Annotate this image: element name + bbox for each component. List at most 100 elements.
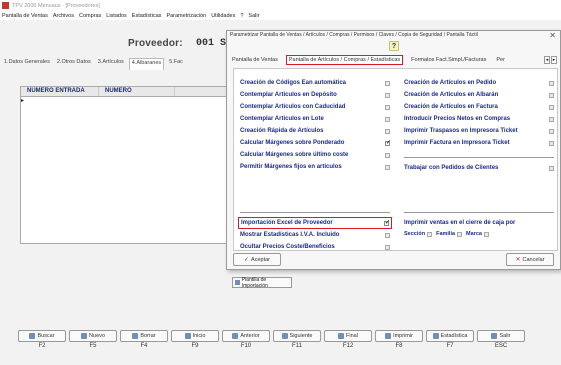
- option-creaci-n-de-art-culos-en-pedido[interactable]: Creación de Artículos en Pedido: [404, 77, 554, 89]
- option-introducir-precios-netos-en-compras[interactable]: Introducir Precios Netos en Compras: [404, 113, 554, 125]
- menu-item-parametrizaci-n[interactable]: Parametrización: [166, 13, 206, 19]
- imprimir-button[interactable]: Imprimir: [375, 330, 423, 342]
- dialog-tab-2[interactable]: Pantalla de Artículos / Compras / Estadí…: [285, 54, 404, 65]
- checkbox[interactable]: [385, 232, 390, 238]
- checkbox[interactable]: [385, 164, 390, 170]
- option-imprimir-factura-en-impresora-ticket[interactable]: Imprimir Factura en Impresora Ticket: [404, 137, 554, 149]
- option-calcular-m-rgenes-sobre-ponderado[interactable]: Calcular Márgenes sobre Ponderado: [240, 137, 391, 149]
- chevron-left-icon[interactable]: ◂: [544, 55, 550, 64]
- checkbox[interactable]: [385, 116, 390, 122]
- checkbox[interactable]: [385, 128, 390, 134]
- checkbox[interactable]: [549, 92, 554, 98]
- checkbox[interactable]: [384, 219, 390, 226]
- entries-grid[interactable]: NUMERO ENTRADA NUMERO ▸: [20, 86, 230, 244]
- option-calcular-m-rgenes-sobre-ltimo-coste[interactable]: Calcular Márgenes sobre último coste: [240, 149, 390, 161]
- anterior-button[interactable]: Anterior: [222, 330, 270, 342]
- checkbox[interactable]: [549, 104, 554, 110]
- fkey-inicio: Inicio F9: [171, 330, 219, 349]
- menu-item-estad-sticas[interactable]: Estadísticas: [132, 13, 162, 19]
- estadística-button[interactable]: Estadística: [426, 330, 474, 342]
- borrar-button[interactable]: Borrar: [120, 330, 168, 342]
- checkbox[interactable]: [549, 80, 554, 86]
- option-permitir-m-rgenes-fijos-en-art-culos[interactable]: Permitir Márgenes fijos en artículos: [240, 161, 390, 173]
- nuevo-button[interactable]: Nuevo: [69, 330, 117, 342]
- checkbox[interactable]: [385, 244, 390, 250]
- tab-4[interactable]: 4.Albaranes: [128, 58, 165, 70]
- inicio-button[interactable]: Inicio: [171, 330, 219, 342]
- option-contemplar-art-culos-con-caducidad[interactable]: Contemplar Artículos con Caducidad: [240, 101, 390, 113]
- import-template-button[interactable]: Plantilla de Importación: [232, 277, 292, 289]
- chevron-right-icon[interactable]: ▸: [551, 55, 557, 64]
- menu-item-utilidades[interactable]: Utilidades: [211, 13, 235, 19]
- proveedor-label: Proveedor:: [128, 38, 183, 49]
- option-contemplar-art-culos-en-lote[interactable]: Contemplar Artículos en Lote: [240, 113, 390, 125]
- close-icon[interactable]: ✕: [549, 31, 556, 40]
- buscar-button[interactable]: Buscar: [18, 330, 66, 342]
- menu-item-archivos[interactable]: Archivos: [53, 13, 74, 19]
- option-imprimir-traspasos-en-impresora-ticket[interactable]: Imprimir Traspasos en Impresora Ticket: [404, 125, 554, 137]
- menu-item-listados[interactable]: Listados: [106, 13, 127, 19]
- tab-5[interactable]: 5.Fac: [167, 58, 185, 70]
- window-title: TPV 2000 Menuaus · [Proveedores]: [12, 2, 100, 9]
- anterior-icon: [232, 333, 239, 339]
- row-marker-icon: ▸: [21, 98, 25, 104]
- accept-label: Aceptar: [251, 256, 270, 263]
- choice-marca[interactable]: Marca: [466, 231, 489, 237]
- checkbox[interactable]: [549, 116, 554, 122]
- fkey-shortcut: F11: [292, 343, 302, 349]
- option-creaci-n-r-pida-de-art-culos[interactable]: Creación Rápida de Artículos: [240, 125, 390, 137]
- option-creaci-n-de-art-culos-en-albar-n[interactable]: Creación de Artículos en Albarán: [404, 89, 554, 101]
- help-icon[interactable]: ?: [389, 41, 399, 51]
- column-numero-entrada[interactable]: NUMERO ENTRADA: [21, 87, 99, 96]
- checkbox[interactable]: [549, 165, 554, 171]
- checkbox[interactable]: [385, 152, 390, 158]
- checkbox[interactable]: [549, 128, 554, 134]
- option-creaci-n-de-art-culos-en-factura[interactable]: Creación de Artículos en Factura: [404, 101, 554, 113]
- grid-header: NUMERO ENTRADA NUMERO: [21, 87, 229, 97]
- checkbox[interactable]: [385, 92, 390, 98]
- cancel-button[interactable]: ✕ Cancelar: [506, 253, 554, 266]
- print-closing-option[interactable]: Imprimir ventas en el cierre de caja por: [404, 217, 554, 229]
- tab-2[interactable]: 2.Otros Datos: [55, 58, 93, 70]
- choice-familia[interactable]: Familia: [436, 231, 463, 237]
- checkbox[interactable]: [385, 104, 390, 110]
- accept-button[interactable]: ✓ Aceptar: [233, 253, 281, 266]
- menu-item-pantalla-de-ventas[interactable]: Pantalla de Ventas: [2, 13, 48, 19]
- option-label: Calcular Márgenes sobre último coste: [240, 152, 349, 158]
- option-importaci-n-excel-de-proveedor[interactable]: Importación Excel de Proveedor: [238, 217, 392, 229]
- dialog-tab-4[interactable]: Per: [494, 56, 507, 64]
- menu-item--[interactable]: ?: [240, 13, 243, 19]
- checkbox[interactable]: [385, 139, 391, 146]
- salir-button[interactable]: Salir: [477, 330, 525, 342]
- fkey-borrar: Borrar F4: [120, 330, 168, 349]
- dialog-tab-3[interactable]: Formatos Fact.Simpl./Facturas: [409, 56, 488, 64]
- option-ocultar-precios-coste-beneficios[interactable]: Ocultar Precios Coste/Beneficios: [240, 241, 390, 253]
- checkbox[interactable]: [483, 231, 489, 237]
- cancel-label: Cancelar: [522, 256, 545, 263]
- option-mostrar-estad-sticas-i-v-a-incluido[interactable]: Mostrar Estadísticas I.V.A. Incluido: [240, 229, 390, 241]
- option-label: Creación de Artículos en Albarán: [404, 92, 499, 98]
- option-creaci-n-de-c-digos-ean-autom-tica[interactable]: Creación de Códigos Ean automática: [240, 77, 390, 89]
- tab-3[interactable]: 3.Artículos: [96, 58, 126, 70]
- fkey-estadística: Estadística F7: [426, 330, 474, 349]
- dialog-tab-1[interactable]: Pantalla de Ventas: [230, 56, 280, 64]
- choice-sección[interactable]: Sección: [404, 231, 433, 237]
- option-label: Creación de Artículos en Factura: [404, 104, 498, 110]
- final-button[interactable]: Final: [324, 330, 372, 342]
- option-label: Contemplar Artículos en Depósito: [240, 92, 337, 98]
- siguiente-button[interactable]: Siguiente: [273, 330, 321, 342]
- checkbox[interactable]: [457, 231, 463, 237]
- table-row[interactable]: ▸: [21, 97, 229, 105]
- option-contemplar-art-culos-en-dep-sito[interactable]: Contemplar Artículos en Depósito: [240, 89, 390, 101]
- checkbox[interactable]: [385, 80, 390, 86]
- checkbox[interactable]: [427, 231, 433, 237]
- column-numero[interactable]: NUMERO: [99, 87, 175, 96]
- dialog-buttons: ✓ Aceptar ✕ Cancelar: [233, 253, 554, 267]
- option-trabajar-con-pedidos-de-clientes[interactable]: Trabajar con Pedidos de Clientes: [404, 162, 554, 174]
- tab-1[interactable]: 1.Datos Generales: [2, 58, 52, 70]
- checkbox[interactable]: [549, 140, 554, 146]
- menu-item-compras[interactable]: Compras: [79, 13, 101, 19]
- choice-label: Marca: [466, 231, 482, 237]
- menu-item-salir[interactable]: Salir: [248, 13, 259, 19]
- option-label: Introducir Precios Netos en Compras: [404, 116, 511, 122]
